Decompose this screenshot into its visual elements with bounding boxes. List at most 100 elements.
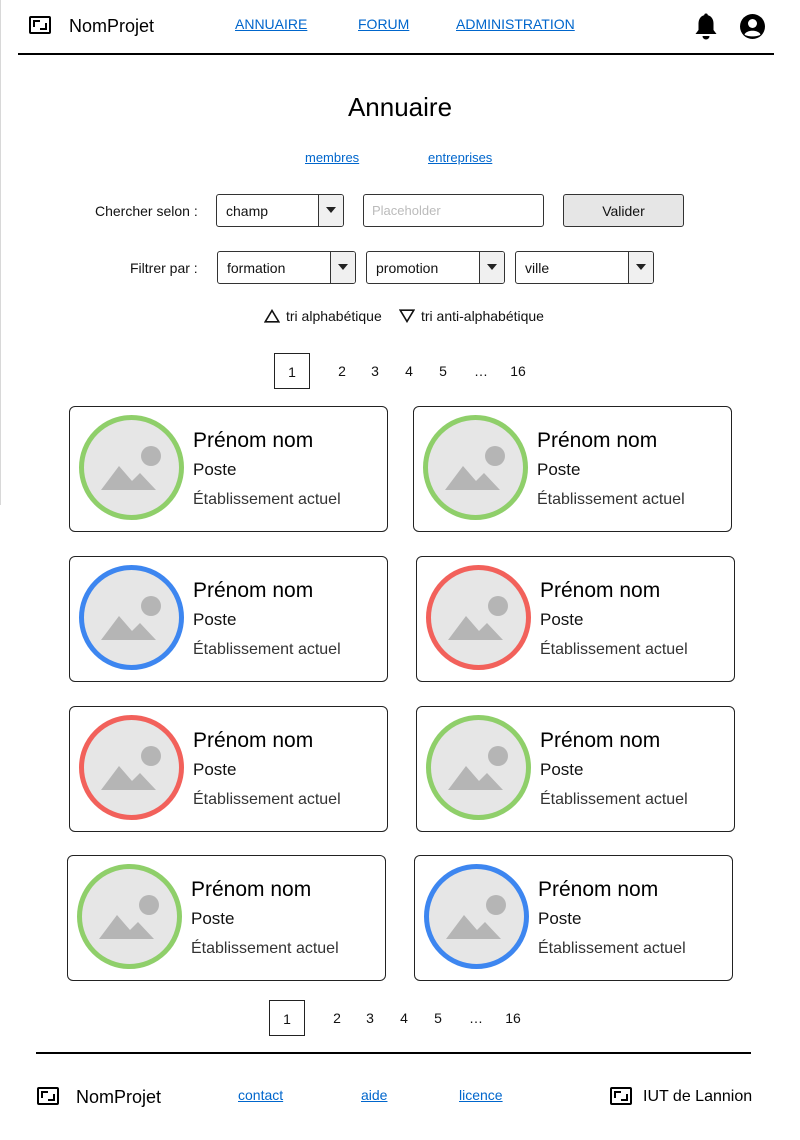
- filter-label: Filtrer par :: [130, 260, 198, 276]
- member-etablissement: Établissement actuel: [538, 940, 686, 957]
- member-poste: Poste: [540, 760, 584, 779]
- nav-administration[interactable]: ADMINISTRATION: [456, 16, 575, 32]
- member-poste: Poste: [191, 909, 235, 928]
- page-16-button[interactable]: 16: [500, 1010, 526, 1026]
- avatar: [426, 565, 531, 670]
- avatar: [79, 715, 184, 820]
- avatar: [77, 864, 182, 969]
- image-placeholder-icon: [101, 596, 161, 640]
- member-poste: Poste: [193, 610, 237, 629]
- chevron-down-icon: [628, 252, 653, 283]
- footer-brand[interactable]: NomProjet: [76, 1087, 161, 1108]
- image-placeholder-icon: [448, 596, 508, 640]
- member-etablissement: Établissement actuel: [193, 791, 341, 808]
- page-5-button[interactable]: 5: [425, 1010, 451, 1026]
- partner-logo-icon: [610, 1087, 632, 1105]
- member-name: Prénom nom: [193, 729, 314, 752]
- avatar: [423, 415, 528, 520]
- page-ellipsis: …: [474, 363, 488, 379]
- member-poste: Poste: [193, 760, 237, 779]
- partner-name: IUT de Lannion: [643, 1088, 753, 1105]
- nav-forum[interactable]: FORUM: [358, 16, 409, 32]
- search-field-value: champ: [226, 203, 269, 219]
- sort-descending[interactable]: tri anti-alphabétique: [399, 308, 544, 324]
- filter-ville-value: ville: [525, 260, 550, 276]
- member-name: Prénom nom: [540, 579, 661, 602]
- member-card[interactable]: Prénom nom Poste Établissement actuel: [69, 556, 388, 682]
- member-poste: Poste: [537, 460, 581, 479]
- account-icon[interactable]: [739, 13, 766, 45]
- member-card[interactable]: Prénom nom Poste Établissement actuel: [69, 706, 388, 832]
- tab-membres[interactable]: membres: [305, 150, 359, 165]
- filter-promotion-value: promotion: [376, 260, 439, 276]
- page-1-button[interactable]: 1: [269, 1000, 305, 1036]
- image-placeholder-icon: [446, 895, 506, 939]
- member-poste: Poste: [538, 909, 582, 928]
- page-4-button[interactable]: 4: [391, 1010, 417, 1026]
- avatar: [424, 864, 529, 969]
- triangle-up-icon: [264, 309, 280, 323]
- search-label: Chercher selon :: [95, 203, 198, 219]
- page-title: Annuaire: [347, 92, 453, 122]
- search-input[interactable]: [363, 194, 544, 227]
- footer-link-licence[interactable]: licence: [459, 1087, 503, 1103]
- search-field-select[interactable]: champ: [216, 194, 344, 227]
- page-2-button[interactable]: 2: [324, 1010, 350, 1026]
- member-name: Prénom nom: [538, 878, 659, 901]
- member-etablissement: Établissement actuel: [540, 641, 688, 658]
- sort-ascending-label: tri alphabétique: [286, 308, 382, 324]
- filter-formation-select[interactable]: formation: [217, 251, 356, 284]
- member-name: Prénom nom: [540, 729, 661, 752]
- submit-button[interactable]: Valider: [563, 194, 684, 227]
- member-poste: Poste: [540, 610, 584, 629]
- avatar: [79, 415, 184, 520]
- triangle-down-icon: [399, 309, 415, 323]
- page-edge: [0, 0, 1, 505]
- chevron-down-icon: [330, 252, 355, 283]
- member-card[interactable]: Prénom nom Poste Établissement actuel: [416, 556, 735, 682]
- filter-ville-select[interactable]: ville: [515, 251, 654, 284]
- member-poste: Poste: [193, 460, 237, 479]
- member-name: Prénom nom: [193, 579, 314, 602]
- sort-ascending[interactable]: tri alphabétique: [264, 308, 382, 324]
- sort-descending-label: tri anti-alphabétique: [421, 308, 544, 324]
- member-name: Prénom nom: [191, 878, 312, 901]
- page-3-button[interactable]: 3: [362, 363, 388, 379]
- page-4-button[interactable]: 4: [396, 363, 422, 379]
- page-5-button[interactable]: 5: [430, 363, 456, 379]
- footer-divider: [36, 1052, 751, 1054]
- chevron-down-icon: [479, 252, 504, 283]
- filter-promotion-select[interactable]: promotion: [366, 251, 505, 284]
- member-etablissement: Établissement actuel: [193, 491, 341, 508]
- avatar: [79, 565, 184, 670]
- page-3-button[interactable]: 3: [357, 1010, 383, 1026]
- page-2-button[interactable]: 2: [329, 363, 355, 379]
- member-card[interactable]: Prénom nom Poste Établissement actuel: [67, 855, 386, 981]
- member-card[interactable]: Prénom nom Poste Établissement actuel: [413, 406, 732, 532]
- bell-icon[interactable]: [693, 13, 719, 46]
- member-etablissement: Établissement actuel: [540, 791, 688, 808]
- member-card[interactable]: Prénom nom Poste Établissement actuel: [69, 406, 388, 532]
- footer-link-contact[interactable]: contact: [238, 1087, 283, 1103]
- member-etablissement: Établissement actuel: [191, 940, 339, 957]
- page-16-button[interactable]: 16: [505, 363, 531, 379]
- member-etablissement: Établissement actuel: [193, 641, 341, 658]
- image-placeholder-icon: [448, 746, 508, 790]
- chevron-down-icon: [318, 195, 343, 226]
- member-card[interactable]: Prénom nom Poste Établissement actuel: [414, 855, 733, 981]
- logo-icon[interactable]: [37, 1087, 59, 1105]
- image-placeholder-icon: [101, 446, 161, 490]
- page-ellipsis: …: [469, 1010, 483, 1026]
- brand-name[interactable]: NomProjet: [69, 16, 154, 37]
- footer-link-aide[interactable]: aide: [361, 1087, 387, 1103]
- nav-annuaire[interactable]: ANNUAIRE: [235, 16, 307, 32]
- logo-icon[interactable]: [29, 16, 51, 34]
- member-name: Prénom nom: [537, 429, 658, 452]
- tab-entreprises[interactable]: entreprises: [428, 150, 492, 165]
- page-1-button[interactable]: 1: [274, 353, 310, 389]
- member-etablissement: Établissement actuel: [537, 491, 685, 508]
- image-placeholder-icon: [445, 446, 505, 490]
- member-card[interactable]: Prénom nom Poste Établissement actuel: [416, 706, 735, 832]
- image-placeholder-icon: [101, 746, 161, 790]
- filter-formation-value: formation: [227, 260, 286, 276]
